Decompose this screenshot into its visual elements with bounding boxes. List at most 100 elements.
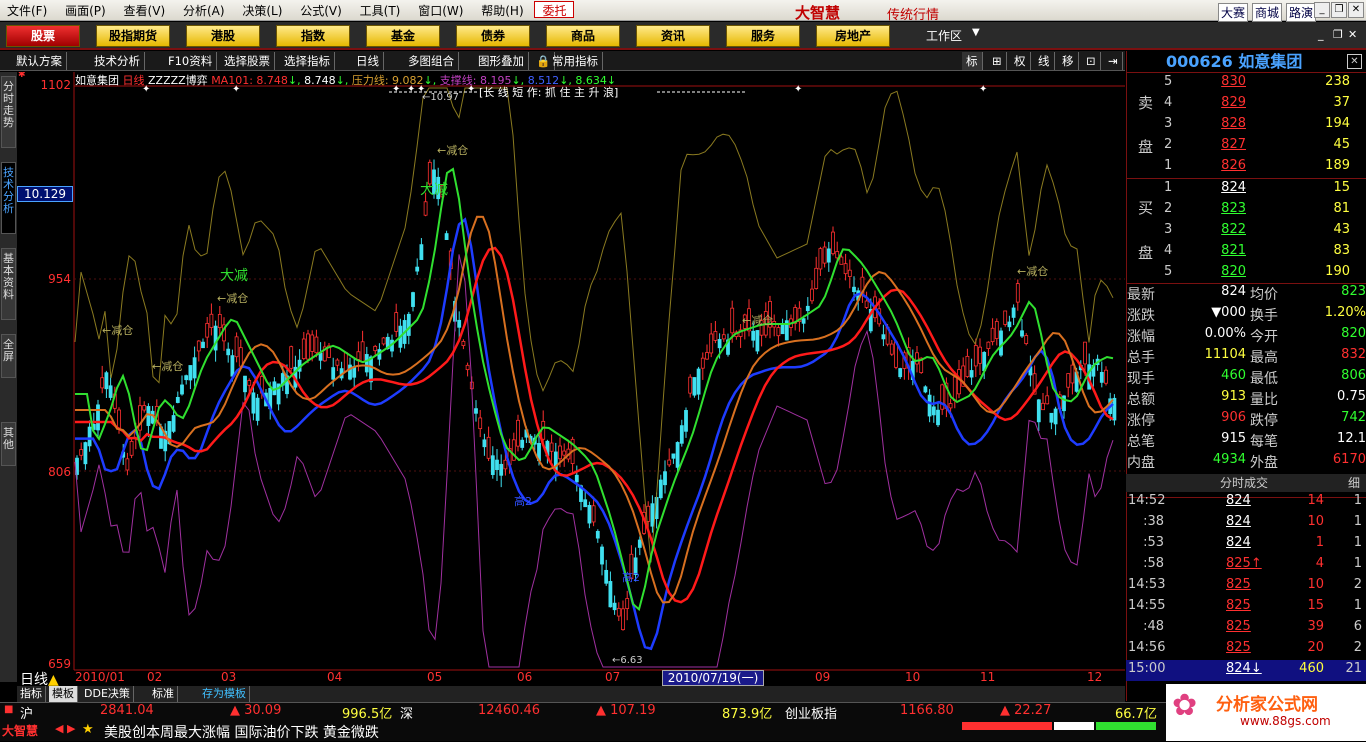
top-link-contest[interactable]: 大赛 [1218,3,1249,22]
candle-body [520,439,525,448]
panel-close-icon[interactable]: ✕ [1348,28,1357,41]
panel-minimize-icon[interactable]: _ [1318,28,1324,41]
panel-restore-icon[interactable]: ❐ [1333,28,1343,41]
candle-body [948,403,953,409]
menu-file[interactable]: 文件(F) [0,0,54,20]
menu-window[interactable]: 窗口(W) [411,0,470,20]
tab-fundamentals[interactable]: 基本资料 [1,248,16,320]
workspace-label[interactable]: 工作区 [926,27,962,44]
sell-volume: 37 [1333,95,1350,110]
tab-indices[interactable]: 指数 [276,25,350,47]
candle-body [108,385,113,398]
tick-volume: 4 [1315,556,1324,571]
tab-technical[interactable]: 技术分析 [1,162,16,234]
tick-price: 824↓ [1226,661,1262,676]
tab-fullscreen[interactable]: 全屏 [1,334,16,378]
tick-time: 14:55 [1128,598,1166,613]
tab-save-template[interactable]: 存为模板 [199,686,250,702]
y-label-top: 1102 [40,78,71,92]
menu-analysis[interactable]: 分析(A) [176,0,232,20]
tab-bonds[interactable]: 债券 [456,25,530,47]
candle-body [587,504,592,524]
stat-label: 最新 [1127,287,1155,303]
tab-intraday[interactable]: 分时走势 [1,76,16,148]
toolbar-rights[interactable]: 权 [1010,52,1031,70]
tab-hk-stocks[interactable]: 港股 [186,25,260,47]
toolbar-mark[interactable]: 标 [962,52,983,70]
expand-icon[interactable]: ⊡ [1082,52,1101,70]
candle-body [847,269,852,277]
menu-formula[interactable]: 公式(V) [293,0,349,20]
candle-body [709,333,714,354]
close-icon[interactable]: ✕ [1348,2,1364,18]
menu-help[interactable]: 帮助(H) [474,0,530,20]
next-icon[interactable]: ⇥ [1104,52,1123,70]
kline-chart[interactable]: ←10.97 ←6.63 [长 线 短 作: 抓 住 主 升 浪] ←减仓 ←减… [17,72,1125,682]
tab-standard[interactable]: 标准 [149,686,178,702]
reduce-label-3: ←减仓 [217,291,248,305]
candle-body [184,375,189,381]
candle-body [1053,408,1058,425]
tab-index-futures[interactable]: 股指期货 [96,25,170,47]
tab-funds[interactable]: 基金 [366,25,440,47]
top-link-mall[interactable]: 商城 [1252,3,1283,22]
toolbar-line[interactable]: 线 [1034,52,1055,70]
tab-stocks[interactable]: 股票 [6,25,80,47]
info-pressure: 压力线: 9.082 [351,74,424,87]
toolbar-daily[interactable]: 日线 [352,52,384,70]
tab-dde-decision[interactable]: DDE决策 [81,686,134,702]
candle-body [692,377,697,396]
ticks-title: 分时成交 [1220,476,1269,490]
candle-body [348,364,352,380]
tab-news[interactable]: 资讯 [636,25,710,47]
candle-body [1066,373,1071,388]
tick-volume: 14 [1307,493,1324,508]
tick-price: 824 [1226,514,1251,529]
restore-icon[interactable]: ❐ [1331,2,1347,18]
top-link-roadshow[interactable]: 路演 [1286,3,1317,22]
workspace-dropdown-icon[interactable]: ▼ [972,27,980,38]
toolbar-overlay[interactable]: 图形叠加 [474,52,529,70]
menu-screen[interactable]: 画面(P) [58,0,113,20]
sell-price: 827 [1221,137,1246,152]
tab-commodities[interactable]: 商品 [546,25,620,47]
candle-body [658,479,663,499]
crosshair-icon[interactable]: ⊞ [988,52,1007,70]
stat-label: 总笔 [1127,434,1155,450]
tab-other[interactable]: 其他 [1,422,16,466]
menu-bar: 文件(F) 画面(P) 查看(V) 分析(A) 决策(L) 公式(V) 工具(T… [0,0,1366,21]
menu-view[interactable]: 查看(V) [117,0,173,20]
toolbar-move[interactable]: 移 [1058,52,1079,70]
sz-amount: 873.9亿 [722,707,773,722]
toolbar-common-indicators[interactable]: 常用指标 [548,52,603,70]
tick-volume: 460 [1299,661,1324,676]
ticks-detail-tab[interactable]: 细 [1348,474,1360,492]
tab-services[interactable]: 服务 [726,25,800,47]
candle-body [973,345,978,367]
tab-template[interactable]: 模板 [49,686,78,702]
toolbar-tech-analysis[interactable]: 技术分析 [90,52,145,70]
menu-tools[interactable]: 工具(T) [353,0,408,20]
tab-indicator[interactable]: 指标 [17,686,46,702]
buy-level: 1 [1164,180,1173,195]
menu-entrust-button[interactable]: 委托 [534,1,575,18]
candle-body [684,410,688,432]
candle-body [1083,341,1087,365]
candle-body [801,318,806,324]
stat-value: 915 [1221,431,1246,446]
toolbar-select-indicator[interactable]: 选择指标 [280,52,335,70]
candle-body [343,352,348,372]
stat-label: 总额 [1127,392,1155,408]
toolbar-select-stock[interactable]: 选择股票 [220,52,275,70]
menu-decision[interactable]: 决策(L) [235,0,289,20]
toolbar-default-scheme[interactable]: 默认方案 [12,52,67,70]
toolbar-f10[interactable]: F10资料 [164,52,218,70]
tab-real-estate[interactable]: 房地产 [816,25,890,47]
candle-body [516,419,520,447]
minimize-icon[interactable]: _ [1314,2,1330,18]
news-nav-icon[interactable]: ◀ ▶ [55,722,75,735]
candle-body [356,351,361,360]
tick-volume: 15 [1307,598,1324,613]
toolbar-multi-chart[interactable]: 多图组合 [404,52,459,70]
news-ticker[interactable]: 美股创本周最大涨幅 国际油价下跌 黄金微跌 [104,722,379,742]
